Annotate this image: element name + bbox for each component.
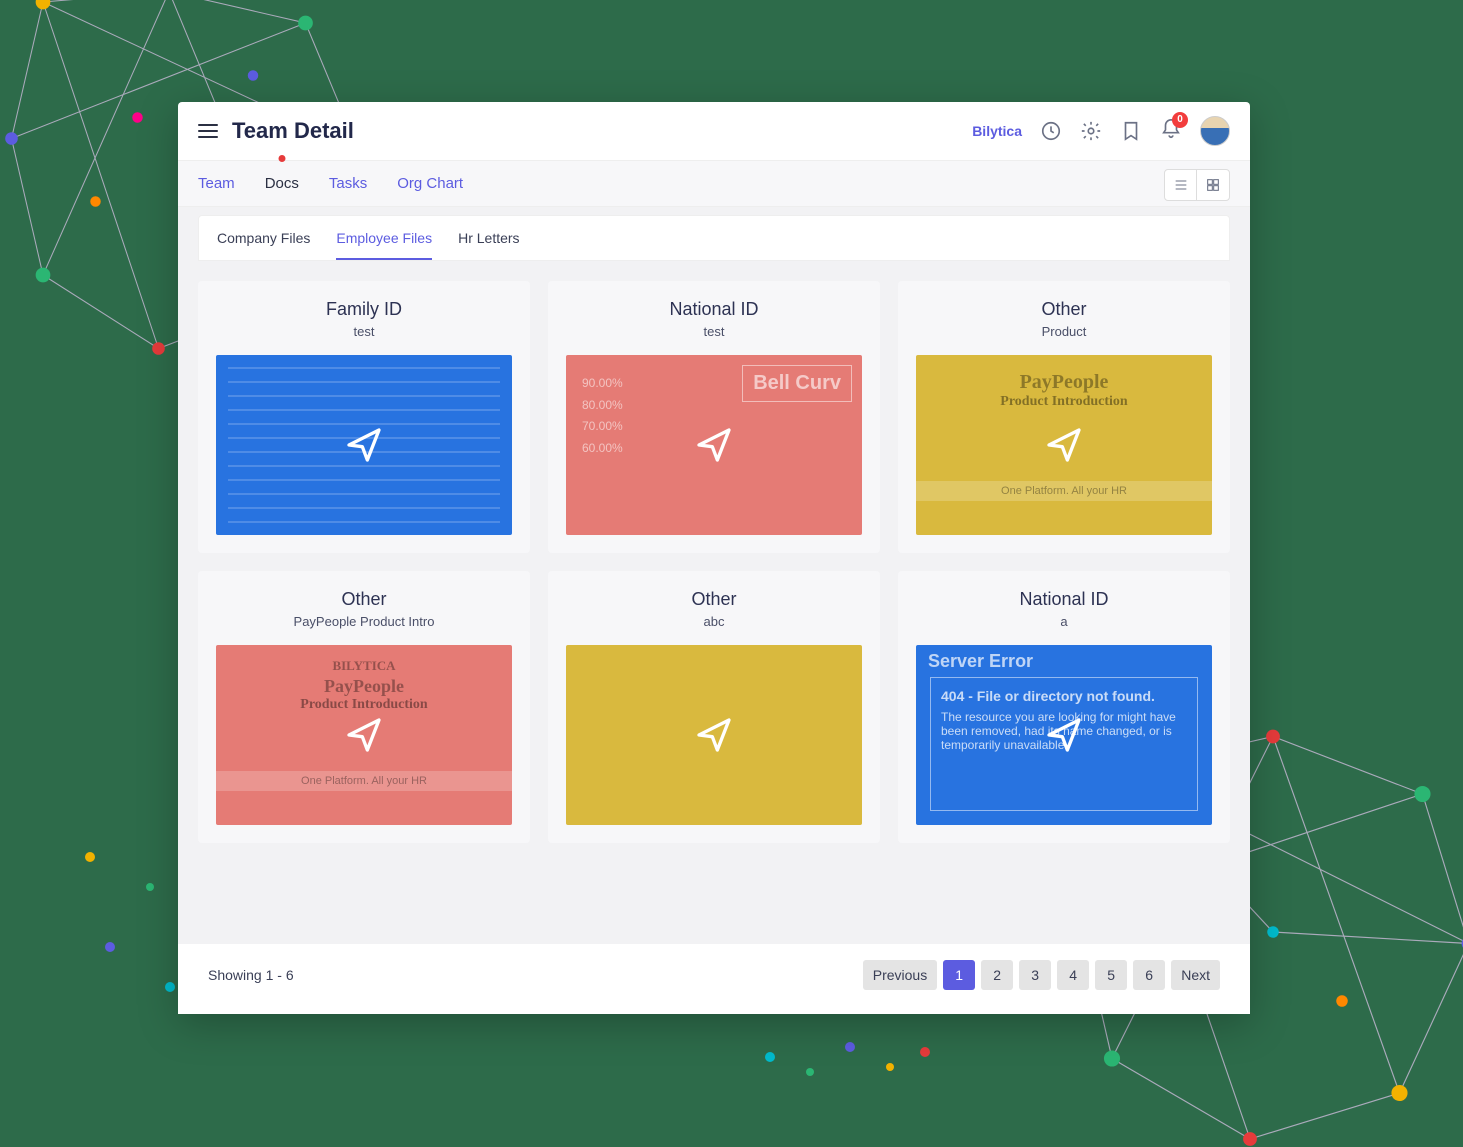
view-toggle xyxy=(1164,169,1230,201)
send-icon xyxy=(344,425,384,465)
sub-tab-hr-letters[interactable]: Hr Letters xyxy=(458,216,519,260)
sub-tab-company-files[interactable]: Company Files xyxy=(217,216,310,260)
card-thumbnail: Bell Curv 90.00%80.00%70.00%60.00% xyxy=(566,355,862,535)
card-subtitle: a xyxy=(1060,614,1067,629)
main-tabs: Team Docs Tasks Org Chart xyxy=(178,161,1250,207)
avatar[interactable] xyxy=(1200,116,1230,146)
card-title: National ID xyxy=(1019,589,1108,610)
send-icon xyxy=(694,715,734,755)
page-title: Team Detail xyxy=(232,118,958,144)
pagination-page[interactable]: 5 xyxy=(1095,960,1127,990)
thumb-chart-labels: 90.00%80.00%70.00%60.00% xyxy=(582,373,623,459)
send-icon xyxy=(694,425,734,465)
app-window: Team Detail Bilytica 0 Team Docs Tasks Org … xyxy=(178,102,1250,1014)
card-thumbnail: BILYTICAPayPeopleProduct Introduction One… xyxy=(216,645,512,825)
file-card[interactable]: Other PayPeople Product Intro BILYTICAPayP… xyxy=(198,571,530,843)
sub-tab-employee-files[interactable]: Employee Files xyxy=(336,216,432,260)
thumb-strip: One Platform. All your HR xyxy=(216,771,512,791)
bookmark-icon[interactable] xyxy=(1120,120,1142,142)
pagination-page[interactable]: 2 xyxy=(981,960,1013,990)
card-subtitle: test xyxy=(354,324,375,339)
card-thumbnail xyxy=(216,355,512,535)
org-link[interactable]: Bilytica xyxy=(972,123,1022,139)
tab-team[interactable]: Team xyxy=(198,163,235,204)
pagination-page[interactable]: 4 xyxy=(1057,960,1089,990)
card-title: Other xyxy=(691,589,736,610)
card-thumbnail xyxy=(566,645,862,825)
pagination-next[interactable]: Next xyxy=(1171,960,1220,990)
send-icon xyxy=(1044,425,1084,465)
card-title: National ID xyxy=(669,299,758,320)
sub-tabs: Company Files Employee Files Hr Letters xyxy=(198,215,1230,261)
grid-view-button[interactable] xyxy=(1197,170,1229,200)
pagination-page[interactable]: 6 xyxy=(1133,960,1165,990)
file-card[interactable]: Other abc xyxy=(548,571,880,843)
pagination-page[interactable]: 1 xyxy=(943,960,975,990)
menu-icon[interactable] xyxy=(198,124,218,138)
pagination-prev[interactable]: Previous xyxy=(863,960,937,990)
content-area: Family ID test National ID test Bell Curv 90.… xyxy=(178,261,1250,944)
notification-badge: 0 xyxy=(1172,112,1188,128)
file-card[interactable]: National ID test Bell Curv 90.00%80.00%70.0… xyxy=(548,281,880,553)
showing-label: Showing 1 - 6 xyxy=(208,967,863,983)
tab-org-chart[interactable]: Org Chart xyxy=(397,163,463,204)
bg-dots-center xyxy=(750,1017,950,1097)
header: Team Detail Bilytica 0 xyxy=(178,102,1250,161)
card-title: Family ID xyxy=(326,299,402,320)
thumb-chart-box: Bell Curv xyxy=(742,365,852,402)
notifications-button[interactable]: 0 xyxy=(1160,118,1182,145)
clock-icon[interactable] xyxy=(1040,120,1062,142)
thumb-strip: One Platform. All your HR xyxy=(916,481,1212,501)
card-subtitle: Product xyxy=(1042,324,1087,339)
card-subtitle: PayPeople Product Intro xyxy=(294,614,435,629)
card-thumbnail: Server Error404 - File or directory not … xyxy=(916,645,1212,825)
gear-icon[interactable] xyxy=(1080,120,1102,142)
card-subtitle: abc xyxy=(704,614,725,629)
card-subtitle: test xyxy=(704,324,725,339)
send-icon xyxy=(344,715,384,755)
tab-docs[interactable]: Docs xyxy=(265,163,299,204)
card-title: Other xyxy=(1041,299,1086,320)
sub-tabs-container: Company Files Employee Files Hr Letters xyxy=(178,207,1250,261)
file-card[interactable]: Family ID test xyxy=(198,281,530,553)
send-icon xyxy=(1044,715,1084,755)
tab-tasks[interactable]: Tasks xyxy=(329,163,367,204)
file-card[interactable]: Other Product PayPeopleProduct Introductio… xyxy=(898,281,1230,553)
thumb-logo: BILYTICAPayPeopleProduct Introduction xyxy=(216,653,512,713)
file-card[interactable]: National ID a Server Error404 - File or di… xyxy=(898,571,1230,843)
card-grid: Family ID test National ID test Bell Curv 90.… xyxy=(198,281,1230,843)
card-title: Other xyxy=(341,589,386,610)
thumb-error-heading: Server Error xyxy=(928,651,1033,672)
thumb-logo: PayPeopleProduct Introduction xyxy=(916,371,1212,410)
pagination: Previous123456Next xyxy=(863,960,1220,990)
list-view-button[interactable] xyxy=(1165,170,1197,200)
pagination-page[interactable]: 3 xyxy=(1019,960,1051,990)
header-actions: Bilytica 0 xyxy=(972,116,1230,146)
footer: Showing 1 - 6 Previous123456Next xyxy=(178,944,1250,1014)
card-thumbnail: PayPeopleProduct Introduction One Platfor… xyxy=(916,355,1212,535)
